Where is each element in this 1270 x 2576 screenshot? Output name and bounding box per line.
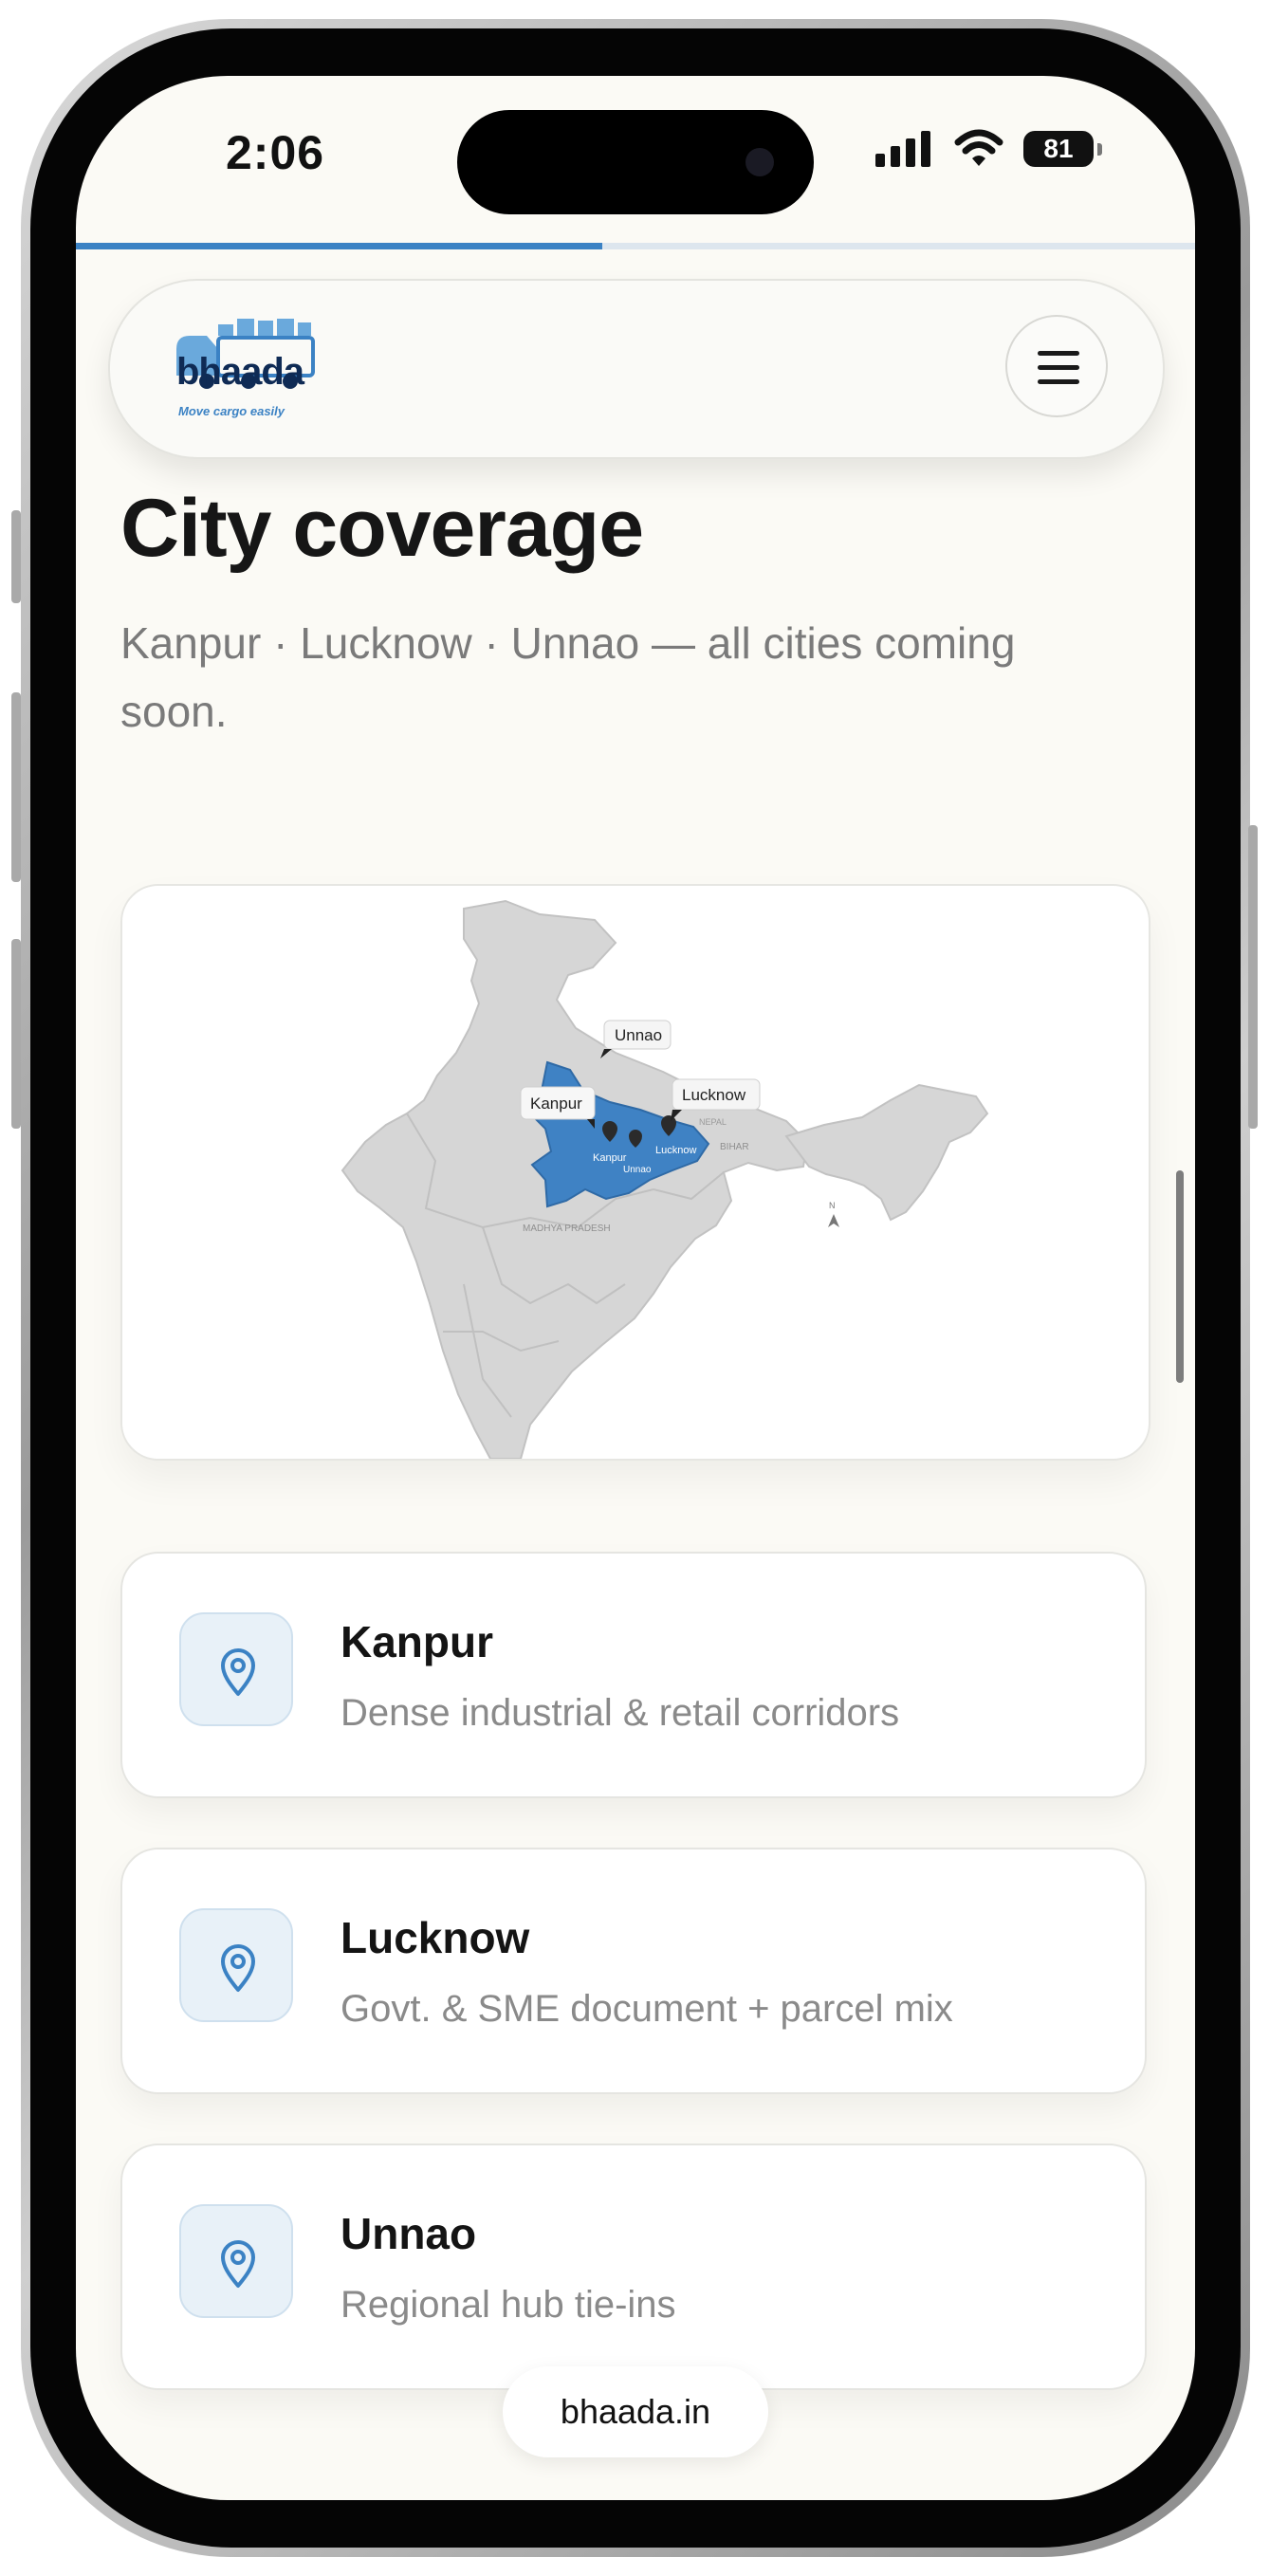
dynamic-island [457, 110, 814, 214]
status-bar: 2:06 81 [76, 76, 1195, 218]
action-button [11, 510, 21, 603]
map-label-bihar: BIHAR [720, 1142, 749, 1152]
city-description: Govt. & SME document + parcel mix [341, 1988, 953, 2030]
page-subtitle: Kanpur · Lucknow · Unnao — all cities co… [120, 618, 1016, 736]
map-callout-unnao: Unnao [615, 1026, 662, 1044]
reading-progress-bar [76, 243, 1195, 249]
map-label-unnao-small: Unnao [623, 1165, 652, 1175]
screen: 2:06 81 bhaada Move cargo easily City co… [76, 76, 1195, 2500]
battery-icon: 81 [1023, 131, 1094, 167]
map-label-kanpur-small: Kanpur [593, 1152, 627, 1164]
volume-down-button [11, 939, 21, 1129]
north-arrow-label: N [829, 1201, 836, 1210]
city-name: Lucknow [341, 1913, 530, 1962]
north-arrow-icon: N [828, 1201, 839, 1227]
map-callout-kanpur: Kanpur [530, 1095, 582, 1113]
coverage-map-card[interactable]: Kanpur Lucknow Unnao BIHAR MADHYA PRADES… [120, 884, 1150, 1461]
power-button [1248, 825, 1258, 1129]
volume-up-button [11, 692, 21, 882]
status-time: 2:06 [226, 126, 325, 179]
scrollbar-thumb[interactable] [1176, 1170, 1184, 1383]
map-label-nepal: NEPAL [699, 1117, 727, 1127]
map-callout-lucknow: Lucknow [682, 1086, 746, 1104]
front-camera [745, 148, 774, 176]
map-pin-icon [221, 1648, 255, 1696]
map-pin-icon [221, 2240, 255, 2288]
northeast-landmass [784, 1083, 989, 1222]
city-name: Unnao [341, 2209, 477, 2258]
map-label-madhya-pradesh: MADHYA PRADESH [523, 1224, 611, 1234]
logo-tagline: Move cargo easily [178, 404, 285, 418]
map-label-lucknow-small: Lucknow [655, 1145, 696, 1156]
hamburger-menu-icon-line [1038, 365, 1079, 370]
city-description: Regional hub tie-ins [341, 2284, 676, 2326]
site-header: bhaada Move cargo easily [108, 279, 1165, 459]
hamburger-menu-icon-line [1038, 379, 1079, 384]
city-pin-box [179, 1908, 293, 2022]
hamburger-menu-icon [1038, 351, 1079, 356]
india-map: Kanpur Lucknow Unnao BIHAR MADHYA PRADES… [341, 899, 989, 1459]
city-card-unnao[interactable]: Unnao Regional hub tie-ins [120, 2144, 1147, 2390]
city-name: Kanpur [341, 1617, 493, 1666]
city-description: Dense industrial & retail corridors [341, 1692, 900, 1734]
bhaada-logo[interactable]: bhaada Move cargo easily [169, 309, 321, 423]
browser-url-pill[interactable]: bhaada.in [503, 2366, 768, 2457]
map-pin-icon [221, 1944, 255, 1992]
hamburger-menu-button[interactable] [1005, 315, 1108, 417]
city-pin-box [179, 1612, 293, 1726]
page-title: City coverage [120, 483, 644, 574]
battery-tip [1097, 143, 1102, 156]
city-card-kanpur[interactable]: Kanpur Dense industrial & retail corrido… [120, 1552, 1147, 1798]
logo-wordmark: bhaada [176, 351, 304, 393]
city-pin-box [179, 2204, 293, 2318]
city-card-lucknow[interactable]: Lucknow Govt. & SME document + parcel mi… [120, 1848, 1147, 2094]
wifi-icon [954, 129, 1003, 166]
reading-progress-fill [76, 243, 602, 249]
